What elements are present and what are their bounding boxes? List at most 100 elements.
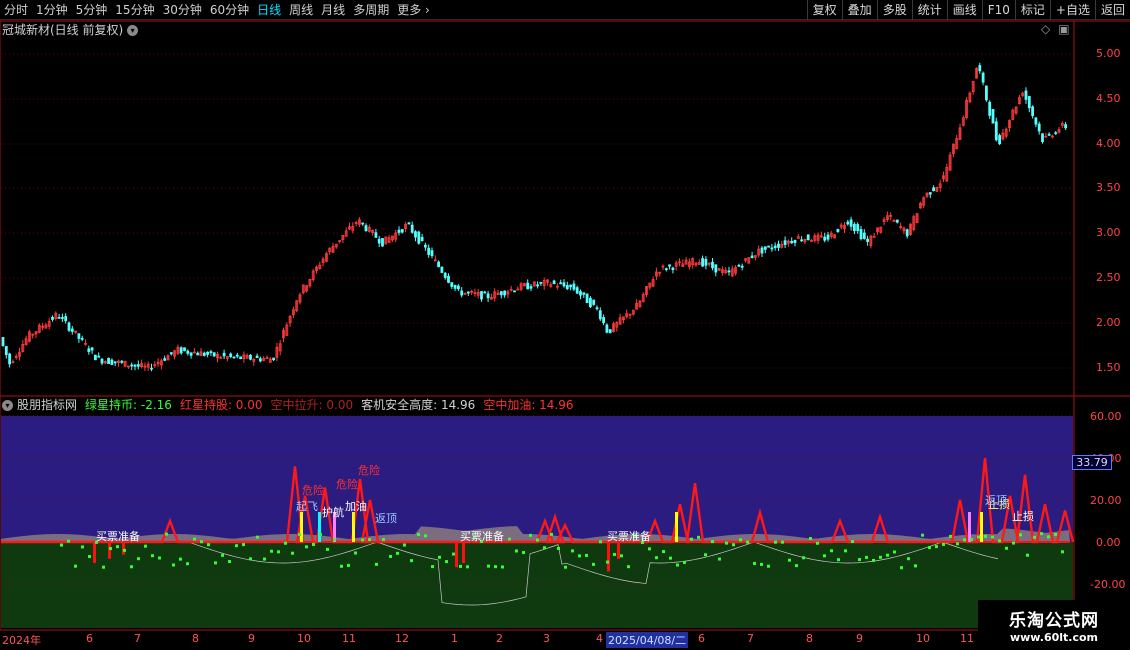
green-star-dot — [557, 546, 560, 550]
green-star-dot — [1054, 532, 1057, 536]
window-icon[interactable]: ▣ — [1058, 22, 1069, 36]
candle-body — [437, 261, 441, 268]
green-star-dot — [781, 540, 784, 544]
indicator-ground-area — [1, 542, 1073, 628]
green-star-dot — [858, 558, 861, 562]
candle-body — [592, 299, 596, 305]
green-star-dot — [830, 549, 833, 553]
candle-body — [790, 240, 794, 244]
candle-body — [704, 258, 708, 266]
main-chart-title: 冠城新材(日线 前复权) ▾ — [2, 22, 139, 38]
candle-body — [595, 307, 599, 310]
green-star-dot — [683, 560, 686, 564]
green-star-dot — [1061, 550, 1064, 554]
signal-bar — [980, 512, 983, 542]
time-label: 10 — [916, 632, 930, 645]
candle-body — [598, 310, 602, 320]
time-label: 4 — [596, 632, 603, 645]
indicator-axis-label: -20.00 — [1090, 578, 1126, 591]
candle-body — [130, 364, 134, 367]
green-star-dot — [249, 557, 252, 561]
candle-body — [671, 267, 675, 270]
green-star-dot — [88, 555, 91, 559]
green-star-dot — [928, 546, 931, 550]
candle-body — [994, 121, 998, 141]
candle-body — [1027, 96, 1031, 109]
time-label: 7 — [134, 632, 141, 645]
candle-body — [668, 264, 671, 267]
candle-body — [169, 352, 173, 355]
candle-body — [486, 293, 490, 299]
candle-body — [4, 346, 8, 356]
green-star-dot — [501, 565, 504, 569]
green-star-dot — [893, 550, 896, 554]
green-star-dot — [914, 564, 917, 568]
green-star-dot — [711, 540, 714, 544]
green-star-dot — [648, 547, 651, 551]
candle-body — [536, 284, 539, 287]
price-axis-label: 2.00 — [1096, 316, 1121, 329]
candle-body — [559, 282, 563, 285]
green-star-dot — [984, 534, 987, 538]
candle-body — [70, 328, 74, 332]
green-star-dot — [1040, 532, 1043, 536]
green-star-dot — [375, 562, 378, 566]
candle-body — [1, 337, 5, 346]
green-star-dot — [165, 532, 168, 536]
candle-body — [552, 280, 556, 285]
candle-body — [585, 293, 589, 304]
candle-body — [1054, 132, 1058, 135]
green-star-dot — [746, 540, 749, 544]
watermark-title: 乐淘公式网 — [1009, 611, 1099, 631]
candle-body — [499, 291, 503, 296]
candle-body — [87, 348, 91, 352]
green-star-dot — [319, 532, 322, 536]
indicator-sky-area — [1, 416, 1073, 542]
indicator-name[interactable]: 股朋指标网 — [17, 397, 77, 413]
green-star-dot — [396, 551, 399, 555]
green-star-dot — [725, 541, 728, 545]
candle-body — [64, 316, 68, 322]
green-star-dot — [879, 555, 882, 559]
candle-body — [255, 355, 259, 359]
green-star-dot — [970, 538, 973, 542]
candle-body — [569, 284, 572, 288]
green-star-dot — [697, 535, 700, 539]
indicator-annotation: 买票准备 — [96, 530, 140, 543]
candle-body — [750, 255, 754, 259]
green-star-dot — [431, 565, 434, 569]
green-star-dot — [417, 532, 420, 536]
indicator-axis-label: 0.00 — [1096, 536, 1121, 549]
green-star-dot — [186, 562, 189, 566]
candle-body — [206, 351, 210, 355]
time-label: 11 — [342, 632, 356, 645]
green-star-dot — [494, 565, 497, 569]
chevron-down-icon[interactable]: ▾ — [2, 399, 13, 411]
price-axis-label: 3.00 — [1096, 226, 1121, 239]
candle-body — [866, 238, 869, 242]
candle-body — [235, 354, 239, 357]
green-star-dot — [326, 547, 329, 551]
time-label: 2024年 — [2, 634, 41, 647]
green-star-dot — [613, 552, 616, 556]
green-star-dot — [543, 546, 546, 550]
candle-body — [57, 317, 61, 319]
indicator-annotation: 返顶 — [375, 512, 397, 525]
diamond-icon[interactable]: ◇ — [1041, 22, 1050, 36]
green-star-dot — [795, 564, 798, 568]
green-star-dot — [438, 555, 441, 559]
green-star-dot — [291, 551, 294, 555]
candle-body — [232, 356, 236, 359]
indicator-annotation: 起飞 — [296, 500, 318, 513]
green-star-dot — [172, 563, 175, 567]
candle-body — [823, 236, 827, 241]
chevron-down-icon[interactable]: ▾ — [127, 24, 139, 36]
green-star-dot — [277, 550, 280, 554]
negative-bar — [607, 542, 610, 572]
candle-body — [183, 347, 186, 351]
price-axis-label: 4.00 — [1096, 137, 1121, 150]
candle-body — [381, 238, 384, 247]
green-star-dot — [802, 556, 805, 560]
candle-body — [783, 240, 787, 246]
green-star-dot — [123, 548, 126, 552]
